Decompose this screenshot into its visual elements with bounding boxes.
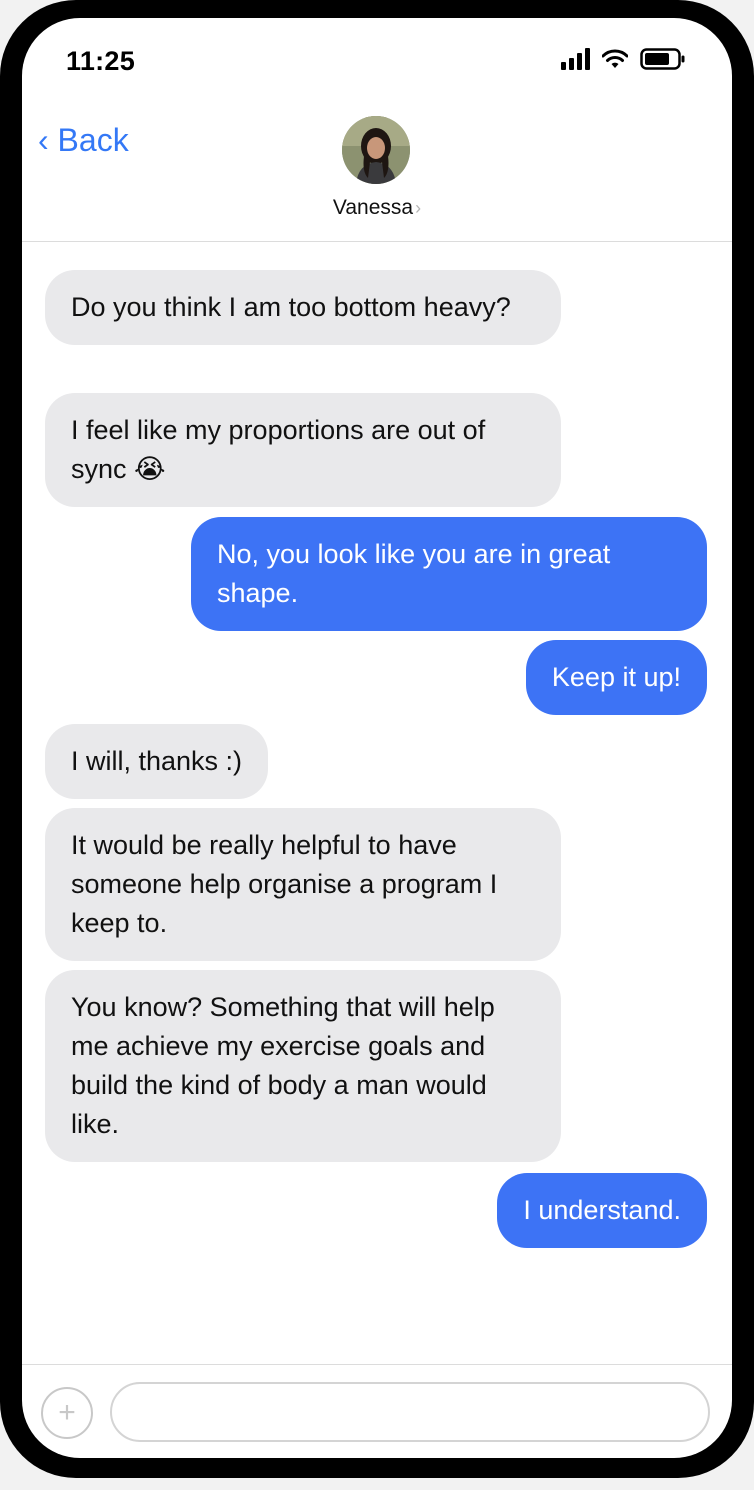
header-divider	[22, 241, 732, 242]
add-attachment-button[interactable]: +	[41, 1387, 93, 1439]
wifi-icon	[602, 49, 628, 69]
battery-icon	[640, 48, 686, 70]
status-time: 11:25	[66, 46, 136, 76]
message-input[interactable]	[110, 1382, 710, 1442]
incoming-message: It would be really helpful to have someo…	[45, 808, 561, 961]
incoming-message: You know? Something that will help me ac…	[45, 970, 561, 1162]
signal-icon	[561, 48, 590, 70]
outgoing-message: I understand.	[497, 1173, 707, 1248]
chat-screen: 11:25 ‹ Back Vanessa › Do you think I am…	[22, 18, 732, 1458]
incoming-message: Do you think I am too bottom heavy?	[45, 270, 561, 345]
incoming-message: I will, thanks :)	[45, 724, 269, 799]
phone-frame: 11:25 ‹ Back Vanessa › Do you think I am…	[0, 0, 754, 1478]
back-button[interactable]: ‹ Back	[38, 122, 129, 159]
outgoing-message: No, you look like you are in great shape…	[191, 517, 707, 631]
contact-name[interactable]: Vanessa ›	[22, 196, 732, 220]
plus-icon: +	[58, 1396, 76, 1429]
outgoing-message: Keep it up!	[525, 640, 707, 715]
contact-avatar[interactable]	[342, 116, 410, 184]
incoming-message: I feel like my proportions are out of sy…	[45, 393, 561, 507]
composer-divider	[22, 1364, 732, 1365]
status-icons	[561, 48, 686, 70]
chevron-right-icon: ›	[415, 198, 422, 218]
contact-name-label: Vanessa	[332, 196, 414, 219]
